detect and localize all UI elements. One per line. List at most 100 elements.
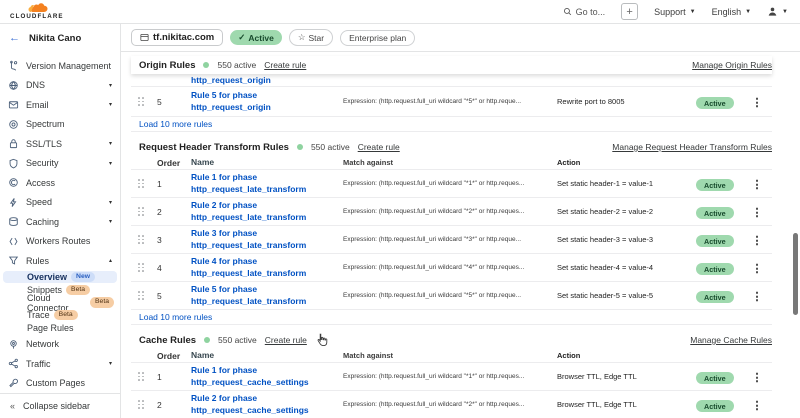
load-more-link[interactable]: Load 10 more rules xyxy=(139,119,212,129)
sidebar: ← Nikita Cano Version ManagementDNS▾Emai… xyxy=(0,24,120,418)
sidebar-item-network[interactable]: Network xyxy=(0,334,120,354)
language-label: English xyxy=(712,7,742,17)
kebab-menu-icon[interactable]: ⋮ xyxy=(752,235,763,247)
status-label: Active xyxy=(248,33,274,43)
column-name: Name xyxy=(191,350,343,361)
shield-icon xyxy=(8,158,19,169)
plan-label: Enterprise plan xyxy=(349,33,406,43)
sidebar-item-label: Rules xyxy=(26,256,49,266)
sidebar-item-custom-pages[interactable]: Custom Pages xyxy=(0,373,120,393)
table-row: 4Rule 4 for phasehttp_request_late_trans… xyxy=(131,254,772,282)
sidebar-item-workers-routes[interactable]: Workers Routes xyxy=(0,232,120,252)
chevron-down-icon: ▼ xyxy=(745,9,751,15)
rule-name-link[interactable]: Rule 5 for phasehttp_request_late_transf… xyxy=(191,284,343,306)
rule-name-link[interactable]: http_request_origin xyxy=(191,75,271,85)
active-dot-icon xyxy=(297,144,303,150)
sidebar-item-overview[interactable]: OverviewNew xyxy=(3,271,117,284)
drag-handle[interactable] xyxy=(131,179,157,188)
network-icon xyxy=(8,339,19,350)
rule-name-link[interactable]: Rule 2 for phasehttp_request_cache_setti… xyxy=(191,393,343,415)
rule-name-line1: Rule 3 for phase xyxy=(191,228,343,239)
active-dot-icon xyxy=(204,337,210,343)
kebab-menu-icon[interactable]: ⋮ xyxy=(752,207,763,219)
create-rule-link[interactable]: Create rule xyxy=(265,335,307,345)
kebab-menu-icon[interactable]: ⋮ xyxy=(752,291,763,303)
rule-name-link[interactable]: Rule 3 for phasehttp_request_late_transf… xyxy=(191,228,343,250)
kebab-menu-icon[interactable]: ⋮ xyxy=(752,372,763,384)
column-name: Name xyxy=(191,157,343,168)
drag-handle[interactable] xyxy=(131,400,157,409)
rule-name-link[interactable]: Rule 2 for phasehttp_request_late_transf… xyxy=(191,200,343,222)
content: tf.nikitac.com ✓ Active ☆ Star Enterpris… xyxy=(120,24,800,418)
custom-icon xyxy=(8,378,19,389)
load-more-link[interactable]: Load 10 more rules xyxy=(139,312,212,322)
rule-action: Browser TTL, Edge TTL xyxy=(557,372,696,381)
rules-scroll-area[interactable]: Origin Rules550 activeCreate ruleManage … xyxy=(121,52,800,418)
rule-expression: Expression: (http.request.full_uri wildc… xyxy=(343,180,557,187)
kebab-menu-icon[interactable]: ⋮ xyxy=(752,179,763,191)
chevron-down-icon: ▾ xyxy=(109,160,112,167)
rule-order: 3 xyxy=(157,235,191,245)
rule-name-line2: http_request_late_transform xyxy=(191,240,343,251)
chevron-down-icon: ▾ xyxy=(109,199,112,206)
speed-icon xyxy=(8,197,19,208)
kebab-menu-icon[interactable]: ⋮ xyxy=(752,263,763,275)
language-menu[interactable]: English ▼ xyxy=(712,7,751,17)
rule-name-link[interactable]: Rule 5 for phasehttp_request_origin xyxy=(191,90,343,112)
rule-name-link[interactable]: Rule 4 for phasehttp_request_late_transf… xyxy=(191,256,343,278)
kebab-menu-icon[interactable]: ⋮ xyxy=(752,97,763,109)
create-rule-link[interactable]: Create rule xyxy=(264,60,306,70)
status-badge: Active xyxy=(696,400,734,412)
active-count: 550 active xyxy=(217,60,256,70)
cloudflare-dashboard: CLOUDFLARE Go to... + Support ▼ English … xyxy=(0,0,800,418)
rule-name-link[interactable]: Rule 1 for phasehttp_request_late_transf… xyxy=(191,172,343,194)
drag-handle[interactable] xyxy=(131,372,157,381)
drag-handle[interactable] xyxy=(131,97,157,106)
rule-order: 1 xyxy=(157,372,191,382)
star-button[interactable]: ☆ Star xyxy=(289,29,333,46)
rule-name-line1: Rule 4 for phase xyxy=(191,256,343,267)
sidebar-item-email[interactable]: Email▾ xyxy=(0,95,120,115)
create-rule-link[interactable]: Create rule xyxy=(358,142,400,152)
drag-handle[interactable] xyxy=(131,291,157,300)
sidebar-item-dns[interactable]: DNS▾ xyxy=(0,76,120,96)
support-menu[interactable]: Support ▼ xyxy=(654,7,695,17)
sidebar-item-page-rules[interactable]: Page Rules xyxy=(0,322,120,335)
add-button[interactable]: + xyxy=(621,3,638,20)
table-column-header: OrderNameMatch againstAction xyxy=(131,156,772,170)
workers-icon xyxy=(8,236,19,247)
drag-handle[interactable] xyxy=(131,235,157,244)
drag-handle[interactable] xyxy=(131,207,157,216)
sidebar-item-cloud-connector[interactable]: Cloud ConnectorBeta xyxy=(0,296,120,309)
column-action: Action xyxy=(557,351,696,360)
sidebar-item-ssl-tls[interactable]: SSL/TLS▾ xyxy=(0,134,120,154)
sidebar-item-spectrum[interactable]: Spectrum xyxy=(0,115,120,135)
sidebar-item-access[interactable]: Access xyxy=(0,173,120,193)
status-badge: Active xyxy=(696,372,734,384)
drag-handle[interactable] xyxy=(131,263,157,272)
manage-rules-link[interactable]: Manage Cache Rules xyxy=(690,335,772,345)
kebab-menu-icon[interactable]: ⋮ xyxy=(752,400,763,412)
sidebar-item-label: Traffic xyxy=(26,359,51,369)
manage-rules-link[interactable]: Manage Request Header Transform Rules xyxy=(612,142,772,152)
sidebar-item-trace[interactable]: TraceBeta xyxy=(0,309,120,322)
global-search[interactable]: Go to... xyxy=(563,7,606,17)
sidebar-item-rules[interactable]: Rules▴ xyxy=(0,251,120,271)
account-header[interactable]: ← Nikita Cano xyxy=(0,24,120,52)
cloudflare-logo[interactable]: CLOUDFLARE xyxy=(10,3,64,20)
sidebar-item-version-management[interactable]: Version Management xyxy=(0,56,120,76)
collapse-sidebar-button[interactable]: « Collapse sidebar xyxy=(0,393,120,418)
user-menu[interactable]: ▼ xyxy=(767,6,788,17)
sidebar-item-traffic[interactable]: Traffic▾ xyxy=(0,354,120,374)
section-title: Cache Rules xyxy=(139,335,196,346)
manage-rules-link[interactable]: Manage Origin Rules xyxy=(692,60,772,70)
rule-name-link[interactable]: Rule 1 for phasehttp_request_cache_setti… xyxy=(191,365,343,387)
back-arrow-icon[interactable]: ← xyxy=(9,32,20,44)
sidebar-item-speed[interactable]: Speed▾ xyxy=(0,193,120,213)
domain-selector[interactable]: tf.nikitac.com xyxy=(131,29,223,46)
scrollbar-thumb[interactable] xyxy=(793,233,798,315)
sidebar-item-security[interactable]: Security▾ xyxy=(0,154,120,174)
rule-expression: Expression: (http.request.full_uri wildc… xyxy=(343,236,557,243)
rule-name-line2: http_request_origin xyxy=(191,102,343,113)
sidebar-item-caching[interactable]: Caching▾ xyxy=(0,212,120,232)
